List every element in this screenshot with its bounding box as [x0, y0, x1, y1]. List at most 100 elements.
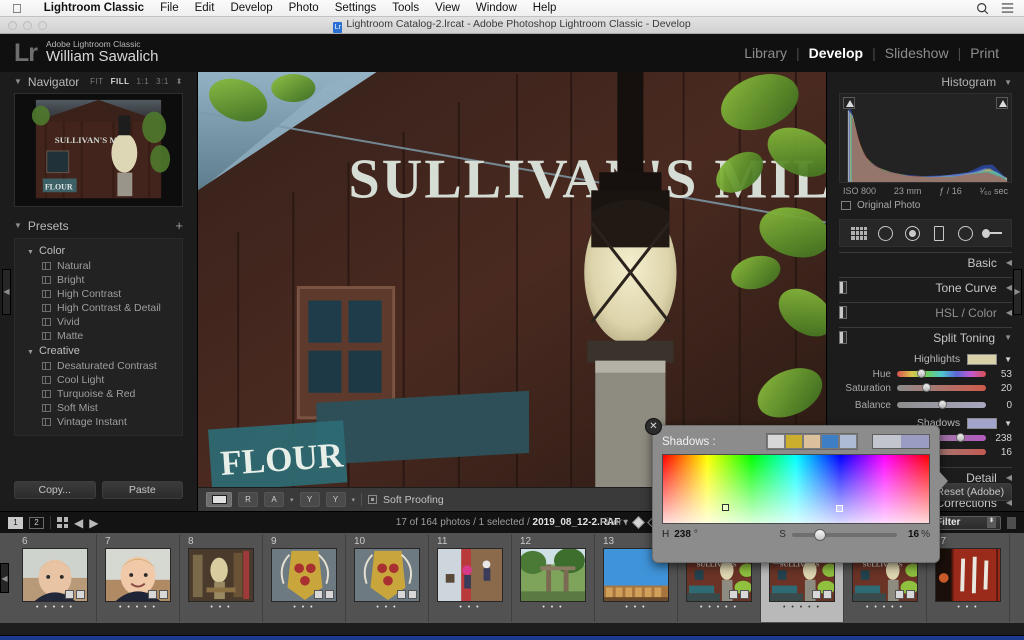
- left-panel-collapse-handle[interactable]: ◀: [2, 268, 11, 315]
- preset-bright[interactable]: Bright: [15, 273, 182, 287]
- preset-vintage-instant[interactable]: Vintage Instant: [15, 415, 182, 429]
- menu-item-photo[interactable]: Photo: [281, 2, 327, 14]
- radial-filter-icon[interactable]: [955, 224, 975, 242]
- preset-high-contrast-detail[interactable]: High Contrast & Detail: [15, 301, 182, 315]
- color-picker-popup[interactable]: ✕ Shadows : H 238 ° S 16 %: [645, 418, 948, 563]
- add-preset-icon[interactable]: +: [175, 219, 183, 232]
- zoom-stepper-icon[interactable]: ⬍: [176, 77, 183, 86]
- preset-cool-light[interactable]: Cool Light: [15, 373, 182, 387]
- filmstrip-thumbnail[interactable]: 11 • • •: [429, 534, 512, 622]
- histogram-graph[interactable]: [839, 93, 1012, 183]
- close-icon[interactable]: ✕: [645, 418, 662, 435]
- highlights-color-swatch[interactable]: [967, 353, 998, 365]
- thumbnail-badges[interactable]: [65, 590, 85, 599]
- module-library[interactable]: Library: [735, 45, 796, 61]
- picker-swatch-4[interactable]: [822, 435, 838, 448]
- before-after-r-button[interactable]: R: [238, 492, 258, 507]
- filmstrip-thumbnail[interactable]: 12 • • •: [512, 534, 595, 622]
- go-back-icon[interactable]: ◀: [74, 516, 83, 530]
- menu-item-window[interactable]: Window: [468, 2, 525, 14]
- section-tone-curve[interactable]: Tone Curve ◀: [839, 277, 1012, 297]
- picker-swatch-2[interactable]: [786, 435, 802, 448]
- thumbnail-badges[interactable]: [729, 590, 749, 599]
- preset-turquoise-red[interactable]: Turquoise & Red: [15, 387, 182, 401]
- before-after-caret-icon[interactable]: ▾: [290, 496, 294, 504]
- preset-vivid[interactable]: Vivid: [15, 315, 182, 329]
- disclosure-triangle-icon[interactable]: ▼: [1004, 78, 1012, 87]
- zoom-1-1[interactable]: 1:1: [137, 77, 150, 86]
- menu-item-view[interactable]: View: [427, 2, 468, 14]
- soft-proofing-checkbox[interactable]: [368, 495, 378, 504]
- paste-button[interactable]: Paste: [101, 481, 183, 499]
- filter-lock-icon[interactable]: [1007, 516, 1016, 529]
- menu-item-file[interactable]: File: [152, 2, 187, 14]
- search-icon[interactable]: [976, 2, 989, 15]
- shadow-clipping-icon[interactable]: [843, 97, 855, 109]
- menu-item-settings[interactable]: Settings: [327, 2, 385, 14]
- copy-button[interactable]: Copy...: [14, 481, 96, 499]
- highlights-saturation-slider[interactable]: Saturation 20: [839, 381, 1012, 395]
- balance-slider[interactable]: Balance 0: [839, 398, 1012, 412]
- navigator-header[interactable]: ▼ Navigator FIT FILL 1:1 3:1 ⬍: [14, 72, 183, 91]
- highlight-clipping-icon[interactable]: [996, 97, 1008, 109]
- picker-swatch-3[interactable]: [804, 435, 820, 448]
- filmstrip-thumbnail[interactable]: 7 • • • • •: [97, 534, 180, 622]
- identity-plate[interactable]: Lr Adobe Lightroom Classic William Sawal…: [0, 39, 159, 67]
- presets-list[interactable]: ▼ Color Natural Bright High Contrast High…: [14, 238, 183, 436]
- thumbnail-badges[interactable]: [314, 590, 334, 599]
- filmstrip-thumbnail[interactable]: 10 • • •: [346, 534, 429, 622]
- thumbnail-image[interactable]: [188, 548, 254, 602]
- preset-soft-mist[interactable]: Soft Mist: [15, 401, 182, 415]
- loupe-view-button[interactable]: [206, 492, 232, 507]
- go-forward-icon[interactable]: ▶: [89, 516, 98, 530]
- section-hsl-color[interactable]: HSL / Color ◀: [839, 302, 1012, 322]
- spot-removal-icon[interactable]: [876, 224, 896, 242]
- adjustment-brush-icon[interactable]: [981, 224, 1002, 242]
- menu-item-app[interactable]: Lightroom Classic: [36, 2, 152, 14]
- thumbnail-badges[interactable]: [148, 590, 168, 599]
- shadows-expand-icon[interactable]: ▼: [1004, 419, 1012, 428]
- screen-2-button[interactable]: 2: [29, 516, 44, 529]
- picker-marker-current[interactable]: [835, 505, 843, 513]
- thumbnail-image[interactable]: [105, 548, 171, 602]
- picker-saturation-slider[interactable]: [791, 528, 897, 541]
- zoom-3-1[interactable]: 3:1: [156, 77, 169, 86]
- highlights-expand-icon[interactable]: ▼: [1004, 355, 1012, 364]
- picker-swatch-5[interactable]: [840, 435, 856, 448]
- navigator-preview[interactable]: SULLIVAN'S MIL FLOUR: [14, 93, 183, 207]
- section-switch-icon[interactable]: [839, 331, 847, 344]
- zoom-fill[interactable]: FILL: [111, 77, 130, 86]
- compare-y-button-2[interactable]: Y: [325, 492, 346, 507]
- filmstrip-thumbnail[interactable]: 6 • • • • •: [14, 534, 97, 622]
- preset-group-color[interactable]: ▼ Color: [15, 243, 182, 259]
- preset-high-contrast[interactable]: High Contrast: [15, 287, 182, 301]
- thumbnail-image[interactable]: [271, 548, 337, 602]
- red-eye-icon[interactable]: [902, 224, 922, 242]
- disclosure-triangle-icon[interactable]: ▼: [14, 221, 22, 230]
- thumbnail-image[interactable]: [22, 548, 88, 602]
- shadows-color-swatch[interactable]: [967, 417, 998, 429]
- crop-tool-icon[interactable]: [849, 224, 869, 242]
- before-after-a-button[interactable]: A: [264, 492, 284, 507]
- module-print[interactable]: Print: [961, 45, 1008, 61]
- thumbnail-badges[interactable]: [397, 590, 417, 599]
- picker-swatch-1[interactable]: [768, 435, 784, 448]
- disclosure-triangle-icon[interactable]: ▼: [27, 349, 34, 356]
- preset-natural[interactable]: Natural: [15, 259, 182, 273]
- chevron-left-icon[interactable]: ◀: [1006, 308, 1012, 317]
- thumbnail-badges[interactable]: [812, 590, 832, 599]
- preset-group-creative[interactable]: ▼ Creative: [15, 343, 182, 359]
- presets-header[interactable]: ▼ Presets +: [14, 216, 183, 235]
- module-slideshow[interactable]: Slideshow: [876, 45, 958, 61]
- menu-item-help[interactable]: Help: [525, 2, 565, 14]
- original-photo-row[interactable]: Original Photo: [839, 196, 1012, 215]
- chevron-updown-icon[interactable]: ⬍: [987, 517, 996, 528]
- screen-1-button[interactable]: 1: [8, 516, 23, 529]
- menu-item-develop[interactable]: Develop: [222, 2, 280, 14]
- chevron-left-icon[interactable]: ◀: [1006, 283, 1012, 292]
- highlights-hue-slider[interactable]: Hue 53: [839, 367, 1012, 381]
- thumbnail-image[interactable]: [520, 548, 586, 602]
- section-split-toning[interactable]: Split Toning ▼: [839, 327, 1012, 347]
- section-switch-icon[interactable]: [839, 281, 847, 294]
- compare-caret-icon[interactable]: ▾: [352, 496, 356, 504]
